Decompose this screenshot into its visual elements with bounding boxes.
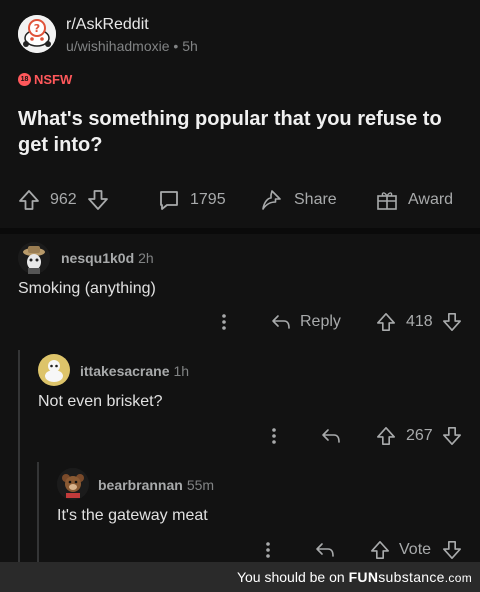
avatar[interactable] <box>38 354 70 386</box>
post-author-line: u/wishihadmoxie • 5h <box>66 38 198 54</box>
reply-arrow-icon <box>270 313 292 331</box>
comments-button[interactable]: 1795 <box>158 180 226 220</box>
downvote-icon[interactable] <box>87 189 109 211</box>
avatar[interactable] <box>18 242 50 274</box>
nsfw-label: NSFW <box>34 72 73 87</box>
more-options-icon[interactable] <box>264 540 272 560</box>
reply-arrow-icon[interactable] <box>314 541 336 559</box>
downvote-icon[interactable] <box>442 312 462 332</box>
comment-actions: 267 <box>268 422 468 450</box>
comment-actions: Reply 418 <box>216 308 466 336</box>
comment-author-line: nesqu1k0d 2h <box>61 250 154 266</box>
share-button[interactable]: Share <box>260 180 337 220</box>
gift-award-icon <box>376 189 398 211</box>
post-score: 962 <box>50 191 77 208</box>
vote-group: 962 <box>18 180 109 220</box>
more-options-icon[interactable] <box>220 312 228 332</box>
subreddit-icon[interactable]: ? <box>18 15 56 53</box>
upvote-icon[interactable] <box>370 540 390 560</box>
award-label: Award <box>408 191 454 208</box>
comment-author[interactable]: bearbrannan <box>98 477 183 493</box>
share-label: Share <box>294 191 337 208</box>
comment-time: 55m <box>186 477 215 493</box>
svg-text:?: ? <box>34 22 40 35</box>
nsfw-badge: 18 NSFW <box>18 72 72 87</box>
avatar[interactable] <box>57 468 89 500</box>
comment-3: bearbrannan 55m It's the gateway meat Vot… <box>0 460 480 562</box>
watermark-footer: You should be on FUNsubstance.com <box>0 562 480 592</box>
reply-arrow-icon[interactable] <box>320 427 342 445</box>
post-age: 5h <box>182 38 198 54</box>
downvote-icon[interactable] <box>442 540 462 560</box>
watermark-brand: FUNsubstance.com <box>348 569 472 585</box>
reply-button[interactable]: Reply <box>270 313 341 331</box>
comment-time: 2h <box>138 250 154 266</box>
comment-author[interactable]: nesqu1k0d <box>61 250 134 266</box>
nsfw-18-icon: 18 <box>18 73 31 86</box>
comment-count: 1795 <box>190 191 226 208</box>
downvote-icon[interactable] <box>442 426 462 446</box>
upvote-icon[interactable] <box>376 426 396 446</box>
comment-time: 1h <box>173 363 190 379</box>
post-header: ? r/AskReddit u/wishihadmoxie • 5h <box>18 12 462 58</box>
comment-body: Smoking (anything) <box>18 280 156 297</box>
post-title[interactable]: What's something popular that you refuse… <box>18 106 462 158</box>
reply-label: Reply <box>300 313 341 330</box>
watermark-prefix: You should be on <box>236 569 345 585</box>
comment-body: Not even brisket? <box>38 393 163 410</box>
upvote-icon[interactable] <box>376 312 396 332</box>
subreddit-name[interactable]: r/AskReddit <box>66 16 149 34</box>
share-icon <box>260 189 284 211</box>
vote-label: Vote <box>399 541 432 558</box>
award-button[interactable]: Award <box>376 180 453 220</box>
comment-body: It's the gateway meat <box>57 507 208 524</box>
watermark-text: You should be on FUNsubstance.com <box>237 569 472 585</box>
comment-author-line: ittakesacrane 1h <box>80 363 189 379</box>
comment-score: 418 <box>406 313 433 330</box>
post-author[interactable]: u/wishihadmoxie <box>66 38 170 54</box>
comment-2: ittakesacrane 1h Not even brisket? 267 <box>0 346 480 458</box>
comment-bubble-icon <box>158 189 180 211</box>
comment-score: 267 <box>406 427 433 444</box>
post-action-bar: 962 1795 Share Award <box>0 180 480 220</box>
separator-dot: • <box>173 38 183 54</box>
more-options-icon[interactable] <box>270 426 278 446</box>
comment-author-line: bearbrannan 55m <box>98 477 214 493</box>
upvote-icon[interactable] <box>18 189 40 211</box>
comment-author[interactable]: ittakesacrane <box>80 363 170 379</box>
comment-actions: Vote <box>262 536 472 564</box>
comment-1: nesqu1k0d 2h Smoking (anything) Reply 418 <box>0 234 480 344</box>
